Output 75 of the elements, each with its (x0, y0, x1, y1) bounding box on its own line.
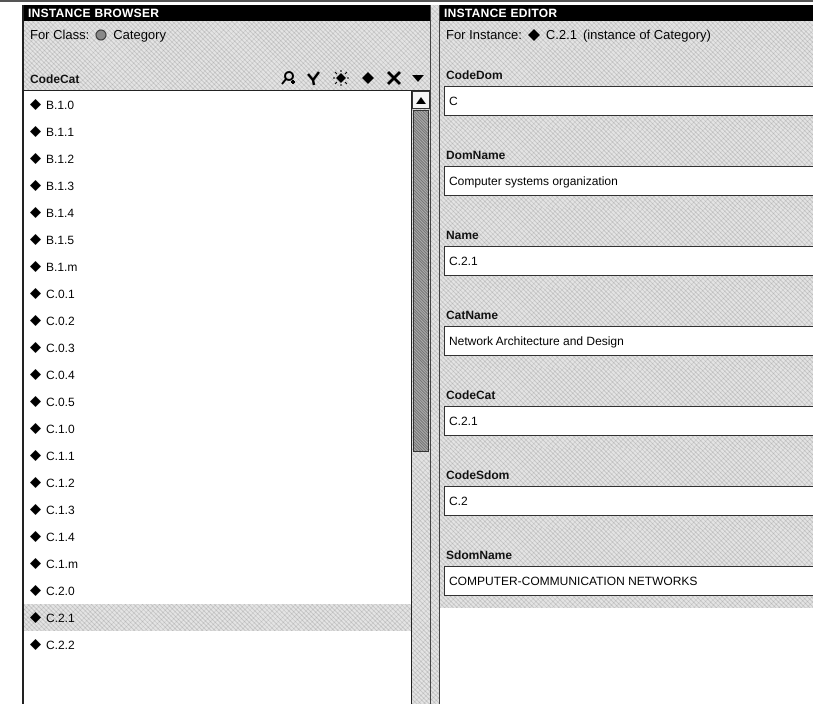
field-label: Name (445, 227, 480, 244)
class-label: For Class: (30, 27, 90, 42)
text-field[interactable]: C.2.1 (444, 246, 813, 276)
list-item[interactable]: C.0.2 (24, 307, 411, 334)
field-label: CatName (445, 307, 500, 324)
sparkle-icon[interactable] (332, 70, 350, 86)
panel-title: INSTANCE EDITOR (440, 5, 813, 21)
list-item[interactable]: C.2.0 (24, 577, 411, 604)
diamond-icon (30, 234, 41, 245)
diamond-icon (30, 450, 41, 461)
list-item[interactable]: B.1.0 (24, 91, 411, 118)
list-item[interactable]: C.1.4 (24, 523, 411, 550)
list-item[interactable]: C.1.1 (24, 442, 411, 469)
diamond-icon (30, 99, 41, 110)
list-header: CodeCat (30, 72, 80, 86)
diamond-icon (30, 531, 41, 542)
branch-icon[interactable] (306, 70, 322, 86)
field-label: SdomName (445, 547, 514, 564)
list-item[interactable]: C.1.2 (24, 469, 411, 496)
diamond-icon (30, 558, 41, 569)
list-item[interactable]: B.1.2 (24, 145, 411, 172)
delete-icon[interactable] (386, 70, 402, 86)
text-field[interactable]: C (444, 86, 813, 116)
diamond-icon (30, 396, 41, 407)
list-item[interactable]: B.1.4 (24, 199, 411, 226)
list-item[interactable]: C.2.1 (24, 604, 411, 631)
instance-label: For Instance: (446, 27, 522, 42)
text-field[interactable]: Computer systems organization (444, 166, 813, 196)
field-label: CodeCat (445, 387, 496, 404)
diamond-icon (30, 369, 41, 380)
list-item[interactable]: C.1.0 (24, 415, 411, 442)
text-field[interactable]: C.2.1 (444, 406, 813, 436)
diamond-icon[interactable] (360, 70, 376, 86)
list-item[interactable]: B.1.3 (24, 172, 411, 199)
diamond-icon (528, 28, 540, 40)
up-arrow-icon[interactable] (416, 96, 426, 104)
diamond-icon (30, 612, 41, 623)
list-item[interactable]: B.1.m (24, 253, 411, 280)
instance-name: C.2.1 (546, 27, 577, 42)
field-label: DomName (445, 147, 506, 164)
text-field[interactable]: COMPUTER-COMMUNICATION NETWORKS (444, 566, 813, 596)
panel-title: INSTANCE BROWSER (24, 5, 430, 21)
list-item[interactable]: C.1.3 (24, 496, 411, 523)
circle-icon (95, 28, 108, 40)
list-item[interactable]: C.1.m (24, 550, 411, 577)
diamond-icon (30, 207, 41, 218)
diamond-icon (30, 315, 41, 326)
diamond-icon (30, 639, 41, 650)
class-name: Category (113, 27, 166, 42)
list-item[interactable]: C.0.5 (24, 388, 411, 415)
text-field[interactable]: C.2 (444, 486, 813, 516)
diamond-icon (30, 342, 41, 353)
list-item[interactable]: C.2.2 (24, 631, 411, 658)
list-item[interactable]: C.0.4 (24, 361, 411, 388)
diamond-icon (30, 180, 41, 191)
list-item[interactable]: B.1.5 (24, 226, 411, 253)
diamond-icon (30, 477, 41, 488)
field-label: CodeDom (445, 67, 504, 84)
search-icon[interactable] (280, 70, 296, 86)
field-label: CodeSdom (445, 467, 510, 484)
diamond-icon (30, 288, 41, 299)
diamond-icon (30, 423, 41, 434)
instance-class: (instance of Category) (582, 27, 711, 42)
diamond-icon (30, 504, 41, 515)
list-item[interactable]: C.0.1 (24, 280, 411, 307)
list-item[interactable]: C.0.3 (24, 334, 411, 361)
diamond-icon (30, 261, 41, 272)
caret-icon[interactable] (412, 73, 424, 83)
diamond-icon (30, 585, 41, 596)
scrollbar[interactable] (411, 91, 430, 704)
diamond-icon (30, 126, 41, 137)
list-item[interactable]: B.1.1 (24, 118, 411, 145)
text-field[interactable]: Network Architecture and Design (444, 326, 813, 356)
splitter[interactable] (430, 5, 440, 704)
diamond-icon (30, 153, 41, 164)
